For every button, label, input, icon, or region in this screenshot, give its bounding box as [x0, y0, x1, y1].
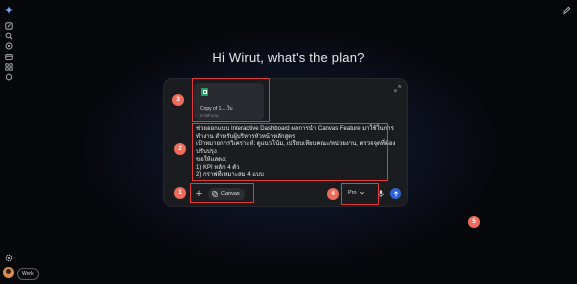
- highlight-box-model: [341, 183, 379, 205]
- highlight-box-tools: [190, 183, 254, 203]
- callout-4: 4: [327, 188, 339, 200]
- greeting-title: Hi Wirut, what's the plan?: [212, 50, 365, 65]
- sidebar: [0, 0, 18, 284]
- arrow-up-icon: [393, 190, 398, 196]
- settings-gear-icon[interactable]: [4, 253, 14, 263]
- account-badge[interactable]: Work: [17, 268, 39, 280]
- edit-pencil-icon[interactable]: [562, 6, 571, 15]
- gemini-logo-icon[interactable]: [4, 5, 14, 15]
- callout-3: 3: [172, 94, 184, 106]
- expand-icon[interactable]: [394, 85, 401, 92]
- gem-icon[interactable]: [4, 72, 14, 82]
- highlight-box-prompt: [192, 123, 388, 181]
- send-button[interactable]: [390, 188, 401, 199]
- search-icon[interactable]: [4, 31, 14, 41]
- callout-5: 5: [468, 216, 480, 228]
- callout-1: 1: [174, 187, 186, 199]
- highlight-box-attachment: [192, 78, 270, 122]
- avatar[interactable]: [3, 267, 14, 278]
- new-chat-icon[interactable]: [4, 21, 14, 31]
- callout-2: 2: [174, 143, 186, 155]
